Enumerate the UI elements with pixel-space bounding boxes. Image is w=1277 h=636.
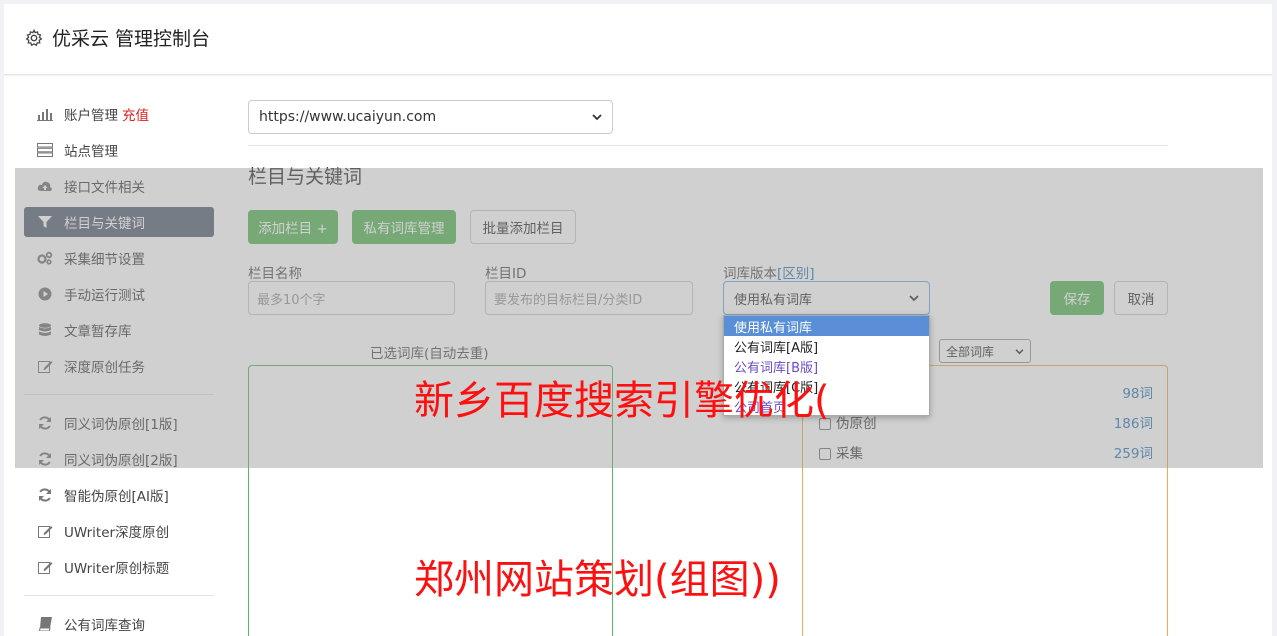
- chevron-down-icon: [592, 109, 602, 125]
- sidebar-item-uwriter-title[interactable]: UWriter原创标题: [24, 549, 214, 585]
- sidebar-item-account[interactable]: 账户管理 充值: [24, 96, 214, 132]
- main-content: https://www.ucaiyun.com 栏目与关键词 添加栏目 + 私有…: [248, 100, 1168, 636]
- dropdown-option[interactable]: 使用私有词库: [724, 316, 929, 336]
- watermark-text: 郑州网站策划(组图)): [414, 557, 781, 603]
- sidebar-item-label: 账户管理: [64, 108, 118, 124]
- header: 优采云 管理控制台: [4, 4, 1272, 75]
- site-select[interactable]: https://www.ucaiyun.com: [248, 100, 613, 134]
- sidebar-divider: [24, 595, 214, 596]
- sidebar-item-public-lib[interactable]: 公有词库查询: [24, 606, 214, 636]
- watermark-text: 新乡百度搜索引擎优化(: [414, 378, 830, 424]
- book-icon: [36, 615, 54, 633]
- sidebar-item-sites[interactable]: 站点管理: [24, 132, 214, 168]
- page-title: 优采云 管理控制台: [52, 28, 211, 50]
- recharge-link[interactable]: 充值: [122, 104, 149, 124]
- sidebar-item-label: UWriter原创标题: [64, 561, 170, 577]
- site-select-value: https://www.ucaiyun.com: [259, 109, 437, 125]
- sidebar-item-label: UWriter深度原创: [64, 525, 170, 541]
- sidebar-item-uwriter-deep[interactable]: UWriter深度原创: [24, 513, 214, 549]
- sidebar-item-ai-rewrite[interactable]: 智能伪原创[AI版]: [24, 477, 214, 513]
- divider: [248, 145, 1168, 146]
- gear-icon: [24, 28, 44, 48]
- header-title-wrap: 优采云 管理控制台: [24, 24, 210, 51]
- edit-icon: [36, 558, 54, 576]
- edit-icon: [36, 522, 54, 540]
- sidebar-item-label: 站点管理: [64, 144, 118, 160]
- dropdown-option[interactable]: 公有词库[A版]: [724, 336, 929, 356]
- refresh-icon: [36, 486, 54, 504]
- bar-chart-icon: [36, 105, 54, 123]
- server-icon: [36, 141, 54, 159]
- sidebar-item-label: 公有词库查询: [64, 618, 145, 634]
- sidebar-item-label: 智能伪原创[AI版]: [64, 489, 169, 505]
